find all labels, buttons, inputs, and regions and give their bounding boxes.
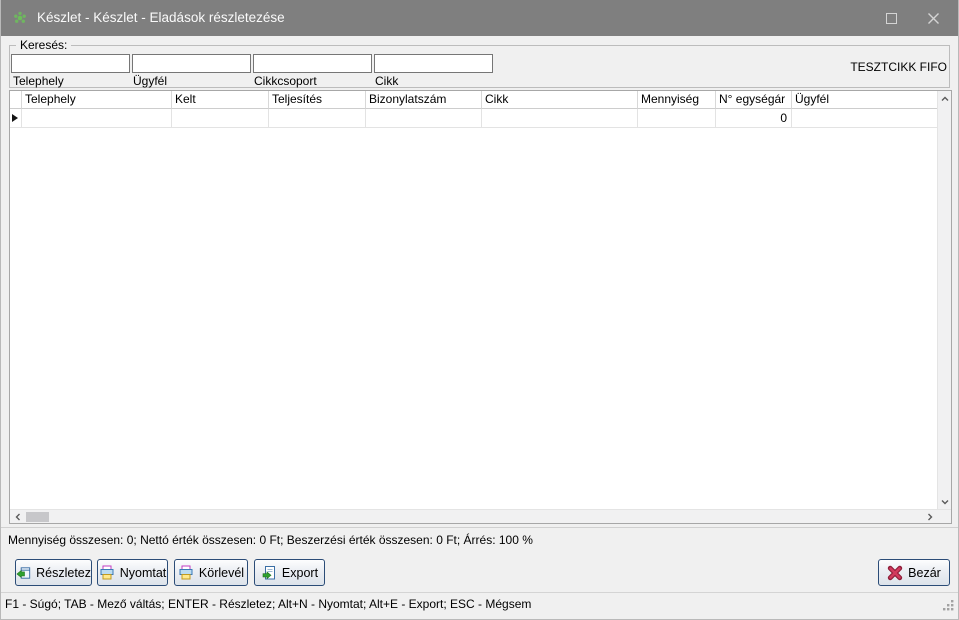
korlevel-button[interactable]: Körlevél bbox=[174, 559, 248, 586]
export-label: Export bbox=[282, 566, 318, 580]
summary-totals: Mennyiség összesen: 0; Nettó érték össze… bbox=[8, 533, 959, 547]
scroll-left-button[interactable] bbox=[11, 510, 25, 523]
column-header-egysegar[interactable]: N° egységár bbox=[716, 91, 792, 109]
mail-merge-printer-icon bbox=[178, 565, 194, 581]
scroll-down-button[interactable] bbox=[938, 495, 952, 508]
row-indicator-cell bbox=[10, 109, 22, 128]
field-label-telephely: Telephely bbox=[13, 74, 64, 88]
maximize-button[interactable] bbox=[873, 0, 909, 36]
titlebar[interactable]: Készlet - Készlet - Eladások részletezés… bbox=[1, 0, 959, 36]
cell-teljesites bbox=[269, 109, 366, 128]
export-document-icon bbox=[261, 565, 277, 581]
column-header-indicator bbox=[10, 91, 22, 109]
chevron-down-icon bbox=[941, 498, 949, 506]
app-icon bbox=[12, 10, 28, 26]
cell-egysegar: 0 bbox=[716, 109, 792, 128]
context-label: TESZTCIKK FIFO bbox=[850, 60, 947, 74]
grid-header-row: Telephely Kelt Teljesítés Bizonylatszám … bbox=[10, 91, 937, 109]
cell-mennyiseg bbox=[638, 109, 716, 128]
horizontal-scroll-thumb[interactable] bbox=[26, 512, 49, 522]
search-input-telephely[interactable] bbox=[11, 54, 130, 73]
cell-kelt bbox=[172, 109, 269, 128]
column-header-ugyfel[interactable]: Ügyfél bbox=[792, 91, 937, 109]
search-input-cikkcsoport[interactable] bbox=[253, 54, 372, 73]
field-label-cikkcsoport: Cikkcsoport bbox=[254, 74, 317, 88]
nyomtat-label: Nyomtat bbox=[120, 566, 167, 580]
scroll-up-button[interactable] bbox=[938, 92, 952, 105]
table-row[interactable]: 0 bbox=[10, 109, 937, 128]
cell-cikk bbox=[482, 109, 638, 128]
field-label-ugyfel: Ügyfél bbox=[133, 74, 167, 88]
bezar-label: Bezár bbox=[908, 566, 941, 580]
grid-body: Telephely Kelt Teljesítés Bizonylatszám … bbox=[10, 91, 951, 509]
cell-telephely bbox=[22, 109, 172, 128]
column-header-cikk[interactable]: Cikk bbox=[482, 91, 638, 109]
nyomtat-button[interactable]: Nyomtat bbox=[97, 559, 168, 586]
statusbar: F1 - Súgó; TAB - Mező váltás; ENTER - Ré… bbox=[1, 592, 959, 616]
search-group-label: Keresés: bbox=[16, 38, 71, 52]
detail-window-icon bbox=[16, 565, 31, 581]
field-label-cikk: Cikk bbox=[375, 74, 398, 88]
close-icon bbox=[927, 12, 940, 25]
vertical-scrollbar[interactable] bbox=[937, 91, 951, 509]
column-header-bizonylatszam[interactable]: Bizonylatszám bbox=[366, 91, 482, 109]
window-title: Készlet - Készlet - Eladások részletezés… bbox=[37, 0, 285, 36]
search-input-ugyfel[interactable] bbox=[132, 54, 251, 73]
chevron-up-icon bbox=[941, 95, 949, 103]
column-header-teljesites[interactable]: Teljesítés bbox=[269, 91, 366, 109]
reszletez-label: Részletez bbox=[36, 566, 91, 580]
resize-grip[interactable] bbox=[942, 599, 955, 612]
column-header-kelt[interactable]: Kelt bbox=[172, 91, 269, 109]
korlevel-label: Körlevél bbox=[199, 566, 244, 580]
column-header-telephely[interactable]: Telephely bbox=[22, 91, 172, 109]
grid-columns-area: Telephely Kelt Teljesítés Bizonylatszám … bbox=[10, 91, 937, 509]
bezar-button[interactable]: Bezár bbox=[878, 559, 950, 586]
app-window: Készlet - Készlet - Eladások részletezés… bbox=[0, 0, 959, 620]
search-input-cikk[interactable] bbox=[374, 54, 493, 73]
maximize-icon bbox=[886, 13, 897, 24]
export-button[interactable]: Export bbox=[254, 559, 325, 586]
cell-bizonylatszam bbox=[366, 109, 482, 128]
cell-ugyfel bbox=[792, 109, 937, 128]
close-button[interactable] bbox=[915, 0, 951, 36]
scroll-right-button[interactable] bbox=[923, 510, 937, 523]
chevron-right-icon bbox=[926, 513, 934, 521]
column-header-mennyiseg[interactable]: Mennyiség bbox=[638, 91, 716, 109]
summary-band: Mennyiség összesen: 0; Nettó érték össze… bbox=[1, 527, 959, 552]
chevron-left-icon bbox=[14, 513, 22, 521]
reszletez-button[interactable]: Részletez bbox=[15, 559, 92, 586]
printer-icon bbox=[99, 565, 115, 581]
horizontal-scrollbar[interactable] bbox=[10, 509, 951, 523]
row-indicator-icon bbox=[12, 114, 18, 122]
statusbar-hints: F1 - Súgó; TAB - Mező váltás; ENTER - Ré… bbox=[5, 597, 959, 611]
sales-grid: Telephely Kelt Teljesítés Bizonylatszám … bbox=[9, 90, 952, 524]
close-x-icon bbox=[887, 565, 903, 581]
